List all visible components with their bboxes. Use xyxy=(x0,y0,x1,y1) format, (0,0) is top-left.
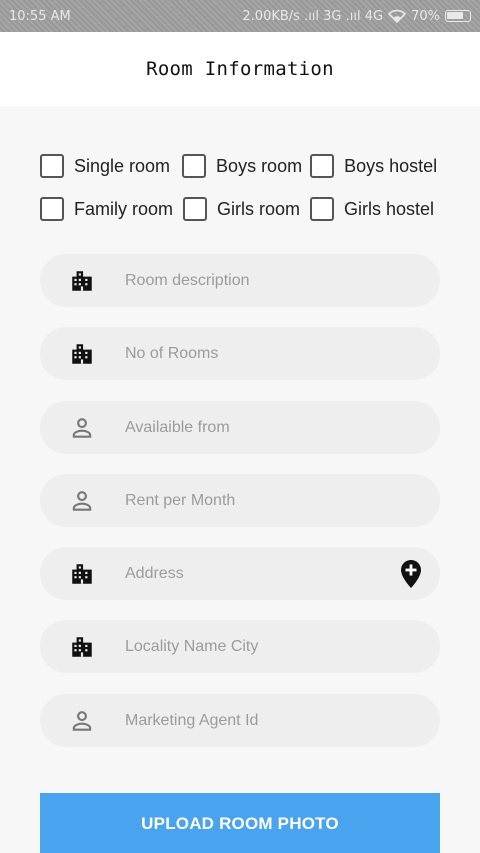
locality-city-input[interactable]: Locality Name City xyxy=(125,638,258,656)
building-icon xyxy=(72,637,92,657)
locality-city-field[interactable]: Locality Name City xyxy=(40,620,440,673)
upload-room-photo-button[interactable]: UPLOAD ROOM PHOTO xyxy=(40,793,440,853)
marketing-agent-id-field[interactable]: Marketing Agent Id xyxy=(40,694,440,747)
checkbox-label: Girls room xyxy=(217,198,301,219)
no-of-rooms-input[interactable]: No of Rooms xyxy=(125,345,218,363)
rent-per-month-input[interactable]: Rent per Month xyxy=(125,492,235,510)
marketing-agent-id-input[interactable]: Marketing Agent Id xyxy=(125,712,258,730)
checkbox-box[interactable] xyxy=(183,197,208,221)
status-bar: 10:55 AM 2.00KB/s .ııl 3G .ııl 4G 70% xyxy=(0,0,480,32)
checkbox-box[interactable] xyxy=(310,154,335,178)
rent-per-month-field[interactable]: Rent per Month xyxy=(40,474,440,527)
checkbox-family-room[interactable]: Family room xyxy=(40,197,173,221)
checkbox-label: Single room xyxy=(74,155,171,176)
wifi-icon xyxy=(388,9,407,23)
battery-icon xyxy=(445,10,471,22)
checkbox-boys-hostel[interactable]: Boys hostel xyxy=(310,154,437,178)
person-icon xyxy=(72,418,92,438)
app-bar: Room Information xyxy=(0,32,480,106)
checkbox-box[interactable] xyxy=(40,197,64,221)
checkbox-boys-room[interactable]: Boys room xyxy=(182,154,302,178)
checkbox-box[interactable] xyxy=(310,197,335,221)
room-description-input[interactable]: Room description xyxy=(125,272,250,290)
page-title: Room Information xyxy=(146,58,334,80)
available-from-input[interactable]: Availaible from xyxy=(125,419,230,437)
building-icon xyxy=(72,344,92,364)
person-icon xyxy=(72,491,92,511)
status-indicators: 2.00KB/s .ııl 3G .ııl 4G 70% xyxy=(242,9,471,24)
checkbox-label: Family room xyxy=(74,198,174,219)
room-form: Single room Boys room Boys hostel Family… xyxy=(0,106,480,853)
checkbox-box[interactable] xyxy=(40,154,64,178)
checkbox-label: Boys hostel xyxy=(344,155,438,176)
address-field[interactable]: Address xyxy=(40,547,440,600)
no-of-rooms-field[interactable]: No of Rooms xyxy=(40,327,440,380)
room-description-field[interactable]: Room description xyxy=(40,254,440,307)
checkbox-single-room[interactable]: Single room xyxy=(40,154,170,178)
available-from-field[interactable]: Availaible from xyxy=(40,401,440,454)
room-type-row-2: Family room Girls room Girls hostel xyxy=(40,196,444,222)
person-icon xyxy=(72,711,92,731)
building-icon xyxy=(72,564,92,584)
checkbox-label: Girls hostel xyxy=(344,198,435,219)
status-time: 10:55 AM xyxy=(9,8,71,24)
checkbox-girls-room[interactable]: Girls room xyxy=(183,197,300,221)
checkbox-box[interactable] xyxy=(182,154,207,178)
add-location-icon[interactable] xyxy=(400,559,422,589)
checkbox-label: Boys room xyxy=(216,155,303,176)
checkbox-girls-hostel[interactable]: Girls hostel xyxy=(310,197,434,221)
battery-percent: 70% xyxy=(411,8,440,24)
room-type-row-1: Single room Boys room Boys hostel xyxy=(40,153,447,179)
address-input[interactable]: Address xyxy=(125,565,184,583)
network-status: 2.00KB/s .ııl 3G .ııl 4G xyxy=(242,8,384,24)
building-icon xyxy=(72,271,92,291)
